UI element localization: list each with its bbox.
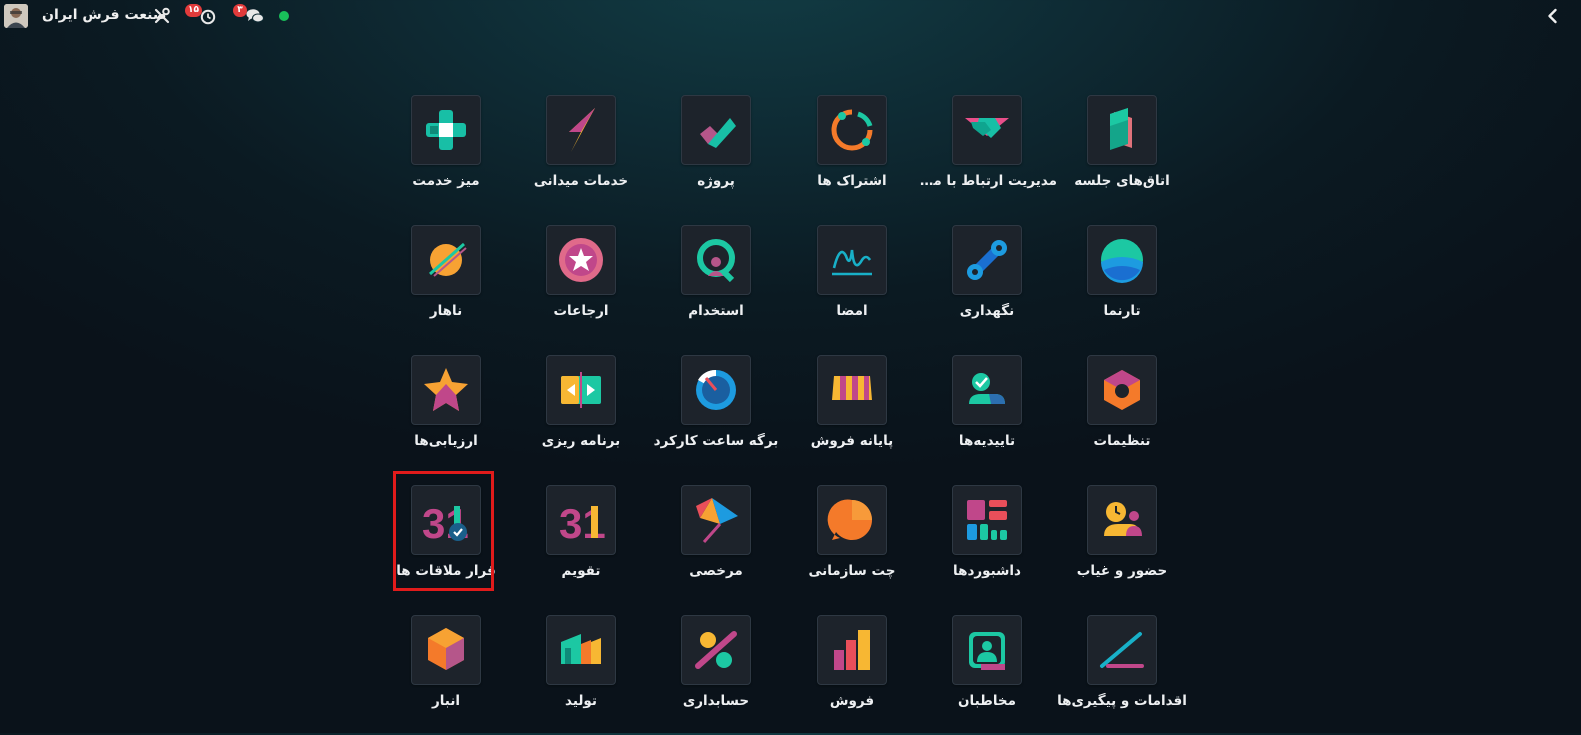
app-label: تنظیمات xyxy=(1093,433,1151,449)
settings-icon xyxy=(1087,355,1157,425)
point-of-sale-icon xyxy=(817,355,887,425)
app-label: میز خدمت xyxy=(412,173,480,189)
lunch-icon xyxy=(411,225,481,295)
app-label: استخدام xyxy=(688,303,744,319)
app-label: اتاق‌های جلسه xyxy=(1074,173,1170,189)
app-label: اقدامات و پیگیری‌ها xyxy=(1057,693,1187,709)
app-maintenance[interactable]: نگهداری xyxy=(917,225,1057,345)
chevron-left-icon[interactable] xyxy=(1543,6,1563,26)
app-label: چت سازمانی xyxy=(808,563,896,579)
app-subscriptions[interactable]: اشتراک ها xyxy=(782,95,922,215)
app-sign[interactable]: امضا xyxy=(782,225,922,345)
app-label: ناهار xyxy=(429,303,463,319)
app-label: حضور و غیاب xyxy=(1076,563,1168,579)
app-label: تارنما xyxy=(1103,303,1141,319)
app-label: امضا xyxy=(836,303,868,319)
sales-icon xyxy=(817,615,887,685)
messages-icon[interactable] xyxy=(243,0,267,32)
app-label: مدیریت ارتباط با مشتری xyxy=(917,173,1057,189)
app-label: پروژه xyxy=(697,173,735,189)
inventory-icon xyxy=(411,615,481,685)
app-label: فروش xyxy=(829,693,875,709)
attendances-icon xyxy=(1087,485,1157,555)
app-contacts[interactable]: مخاطبان xyxy=(917,615,1057,735)
debug-tools-icon[interactable] xyxy=(150,0,174,32)
app-website[interactable]: تارنما xyxy=(1052,225,1192,345)
app-activities[interactable]: اقدامات و پیگیری‌ها xyxy=(1052,615,1192,735)
app-sales[interactable]: فروش xyxy=(782,615,922,735)
app-label: تاییدیه‌ها xyxy=(958,433,1016,449)
selection-highlight xyxy=(393,471,494,591)
app-label: تولید xyxy=(565,693,597,709)
app-label: برگه ساعت کارکرد xyxy=(653,433,779,449)
app-label: مخاطبان xyxy=(958,693,1016,709)
app-recruitment[interactable]: استخدام xyxy=(646,225,786,345)
meeting-rooms-icon xyxy=(1087,95,1157,165)
calendar-icon: 31 xyxy=(546,485,616,555)
app-discuss[interactable]: چت سازمانی xyxy=(782,485,922,605)
app-crm[interactable]: مدیریت ارتباط با مشتری xyxy=(917,95,1057,215)
app-accounting[interactable]: حسابداری xyxy=(646,615,786,735)
app-label: داشبوردها xyxy=(953,563,1021,579)
app-label: نگهداری xyxy=(959,303,1015,319)
app-helpdesk[interactable]: میز خدمت xyxy=(376,95,516,215)
app-manufacturing[interactable]: تولید xyxy=(511,615,651,735)
helpdesk-icon xyxy=(411,95,481,165)
approvals-icon xyxy=(952,355,1022,425)
planning-icon xyxy=(546,355,616,425)
timesheets-icon xyxy=(681,355,751,425)
app-meeting-rooms[interactable]: اتاق‌های جلسه xyxy=(1052,95,1192,215)
avatar[interactable] xyxy=(4,4,28,28)
app-dashboards[interactable]: داشبوردها xyxy=(917,485,1057,605)
referrals-icon xyxy=(546,225,616,295)
app-calendar[interactable]: 31 تقویم xyxy=(511,485,651,605)
app-referrals[interactable]: ارجاعات xyxy=(511,225,651,345)
app-project[interactable]: پروژه xyxy=(646,95,786,215)
top-bar: صنعت فرش ایران ۱۵ ۳ xyxy=(0,0,1581,32)
app-label: اشتراک ها xyxy=(817,173,887,189)
maintenance-icon xyxy=(952,225,1022,295)
dashboards-icon xyxy=(952,485,1022,555)
app-appraisals[interactable]: ارزیابی‌ها xyxy=(376,355,516,475)
manufacturing-icon xyxy=(546,615,616,685)
website-icon xyxy=(1087,225,1157,295)
activities-icon xyxy=(1087,615,1157,685)
app-label: برنامه ریزی xyxy=(541,433,621,449)
app-inventory[interactable]: انبار xyxy=(376,615,516,735)
app-approvals[interactable]: تاییدیه‌ها xyxy=(917,355,1057,475)
time-off-icon xyxy=(681,485,751,555)
app-label: ارجاعات xyxy=(553,303,609,319)
app-label: خدمات میدانی xyxy=(533,173,629,189)
app-label: ارزیابی‌ها xyxy=(414,433,478,449)
sign-icon xyxy=(817,225,887,295)
contacts-icon xyxy=(952,615,1022,685)
app-label: تقویم xyxy=(561,563,601,579)
svg-text:31: 31 xyxy=(559,500,606,546)
company-name[interactable]: صنعت فرش ایران xyxy=(42,7,166,23)
recruitment-icon xyxy=(681,225,751,295)
project-icon xyxy=(681,95,751,165)
app-label: مرخصی xyxy=(689,563,743,579)
crm-icon xyxy=(952,95,1022,165)
app-label: حسابداری xyxy=(682,693,750,709)
app-label: انبار xyxy=(431,693,461,709)
online-status-indicator xyxy=(279,11,289,21)
activity-count-badge: ۱۵ xyxy=(185,4,202,17)
app-field-service[interactable]: خدمات میدانی xyxy=(511,95,651,215)
app-attendances[interactable]: حضور و غیاب xyxy=(1052,485,1192,605)
app-label: پایانه فروش xyxy=(810,433,894,449)
app-point-of-sale[interactable]: پایانه فروش xyxy=(782,355,922,475)
field-service-icon xyxy=(546,95,616,165)
subscriptions-icon xyxy=(817,95,887,165)
app-planning[interactable]: برنامه ریزی xyxy=(511,355,651,475)
messages-count-badge: ۳ xyxy=(233,4,247,17)
accounting-icon xyxy=(681,615,751,685)
app-lunch[interactable]: ناهار xyxy=(376,225,516,345)
app-timesheets[interactable]: برگه ساعت کارکرد xyxy=(646,355,786,475)
app-time-off[interactable]: مرخصی xyxy=(646,485,786,605)
app-settings[interactable]: تنظیمات xyxy=(1052,355,1192,475)
appraisals-icon xyxy=(411,355,481,425)
discuss-icon xyxy=(817,485,887,555)
